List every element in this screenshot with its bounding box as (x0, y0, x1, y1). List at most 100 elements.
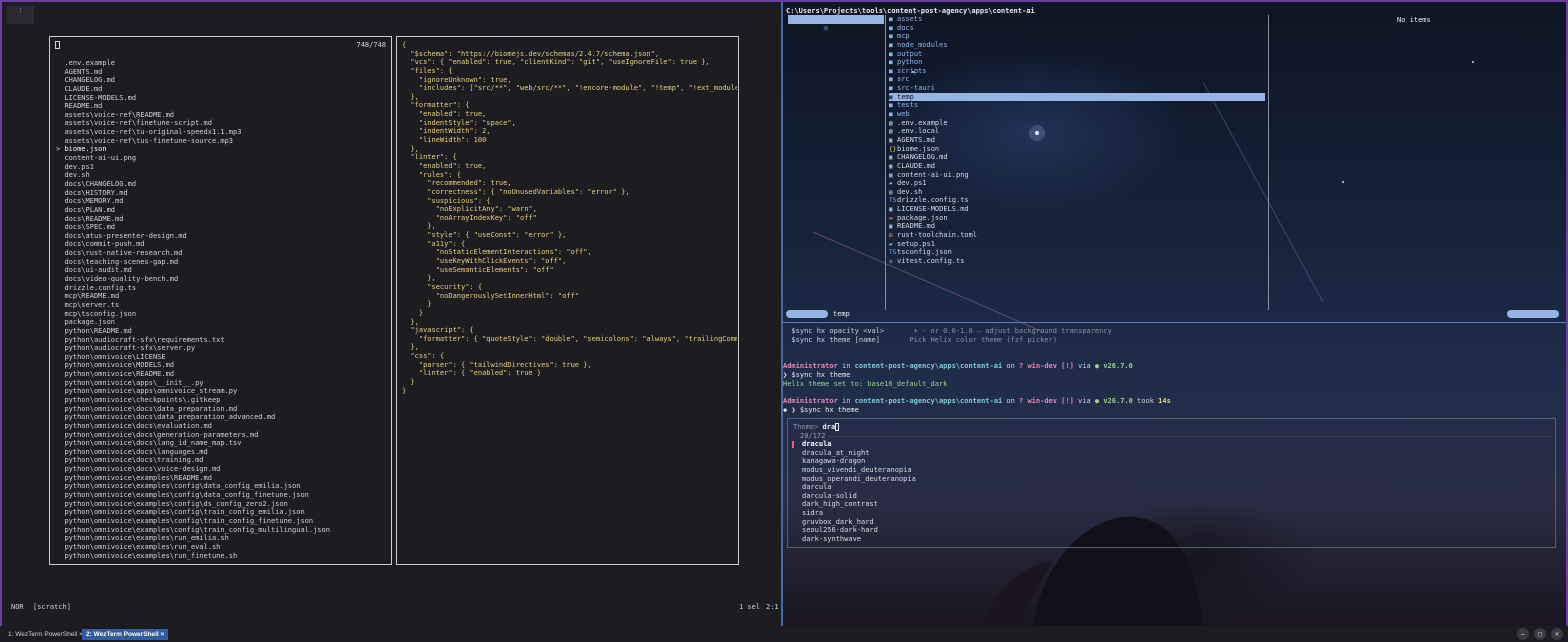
yazi-item[interactable]: ■ temp (889, 92, 1265, 102)
picker-item[interactable]: > biome.json (56, 145, 386, 154)
yazi-item[interactable]: ■ scripts (889, 67, 1267, 76)
picker-item[interactable]: python\omnivoice\apps\__init__.py (56, 379, 386, 388)
fzf-item[interactable]: seoul256-dark-hard (792, 526, 1192, 535)
yazi-item[interactable]: ■ tests (889, 101, 1267, 110)
picker-item[interactable]: package.json (56, 318, 386, 327)
picker-item[interactable]: python\README.md (56, 327, 386, 336)
close-window-icon[interactable]: ✕ (1551, 628, 1563, 640)
yazi-item[interactable]: ▣ LICENSE-MODELS.md (889, 205, 1267, 214)
picker-item[interactable]: docs\README.md (56, 215, 386, 224)
picker-item[interactable]: mcp\server.ts (56, 301, 386, 310)
picker-item[interactable]: python\omnivoice\examples\config\data_co… (56, 482, 386, 491)
yazi-item[interactable]: ■ web (889, 110, 1267, 119)
picker-item[interactable]: docs\video-quality-bench.md (56, 275, 386, 284)
picker-item[interactable]: python\omnivoice\docs\data_preparation.m… (56, 405, 386, 414)
maximize-icon[interactable]: ▢ (1534, 628, 1546, 640)
picker-item[interactable]: assets\voice-ref\tu-original-speedx1.1.m… (56, 128, 386, 137)
picker-item[interactable]: AGENTS.md (56, 68, 386, 77)
fzf-item[interactable]: kanagawa-dragon (792, 457, 1192, 466)
yazi-item[interactable]: ■ mcp (889, 32, 1267, 41)
parent-dir-item[interactable]: ■ content-ai (788, 15, 884, 32)
picker-item[interactable]: docs\atus-presenter-design.md (56, 232, 386, 241)
picker-item[interactable]: docs\teaching-scenes-gap.md (56, 258, 386, 267)
fzf-item[interactable]: modus_vivendi_deuteranopia (792, 466, 1192, 475)
yazi-item[interactable]: ■ docs (889, 24, 1267, 33)
fzf-item[interactable]: dracula_at_night (792, 449, 1192, 458)
picker-item[interactable]: drizzle.config.ts (56, 284, 386, 293)
yazi-item[interactable]: ▣ CLAUDE.md (889, 162, 1267, 171)
picker-item[interactable]: dev.sh (56, 171, 386, 180)
picker-item[interactable]: python\omnivoice\MODELS.md (56, 361, 386, 370)
fzf-item[interactable]: darcula (792, 483, 1192, 492)
yazi-item[interactable]: ▰ dev.ps1 (889, 179, 1267, 188)
yazi-item[interactable]: ▣ AGENTS.md (889, 136, 1267, 145)
minimize-icon[interactable]: – (1517, 628, 1529, 640)
yazi-item[interactable]: TSdrizzle.config.ts (889, 196, 1267, 205)
tab-2[interactable]: 2: WezTerm PowerShell × (82, 629, 169, 640)
fzf-item[interactable]: dracula (792, 440, 1192, 449)
yazi-item[interactable]: TStsconfig.json (889, 248, 1267, 257)
fzf-item[interactable]: modus_operandi_deuteranopia (792, 475, 1192, 484)
picker-item[interactable]: content-ai-ui.png (56, 154, 386, 163)
yazi-item[interactable]: ▣ CHANGELOG.md (889, 153, 1267, 162)
picker-item[interactable]: python\audiocraft-sfx\requirements.txt (56, 336, 386, 345)
picker-item[interactable]: assets\voice-ref\tus-finetune-source.mp3 (56, 137, 386, 146)
yazi-item[interactable]: ■ src-tauri (889, 84, 1267, 93)
picker-item[interactable]: docs\SPEC.md (56, 223, 386, 232)
picker-item[interactable]: docs\rust-native-research.md (56, 249, 386, 258)
picker-item[interactable]: README.md (56, 102, 386, 111)
picker-item[interactable]: mcp\README.md (56, 292, 386, 301)
picker-item[interactable]: docs\CHANGELOG.md (56, 180, 386, 189)
picker-item[interactable]: python\omnivoice\docs\evaluation.md (56, 422, 386, 431)
picker-item[interactable]: python\omnivoice\examples\config\train_c… (56, 508, 386, 517)
picker-item[interactable]: python\omnivoice\docs\training.md (56, 456, 386, 465)
close-icon[interactable]: × (161, 631, 165, 638)
picker-item[interactable]: python\audiocraft-sfx\server.py (56, 344, 386, 353)
picker-item[interactable]: python\omnivoice\docs\lang_id_name_map.t… (56, 439, 386, 448)
picker-item[interactable]: python\omnivoice\examples\config\train_c… (56, 526, 386, 535)
yazi-item[interactable]: ■ node_modules (889, 41, 1267, 50)
picker-item[interactable]: docs\PLAN.md (56, 206, 386, 215)
yazi-item[interactable]: ■ python (889, 58, 1267, 67)
fzf-query-input[interactable]: dra (823, 423, 836, 431)
picker-item[interactable]: python\omnivoice\examples\config\ds_conf… (56, 500, 386, 509)
picker-item[interactable]: python\omnivoice\examples\run_emilia.sh (56, 534, 386, 543)
yazi-item[interactable]: ▤ .env.local (889, 127, 1267, 136)
yazi-item[interactable]: {}biome.json (889, 145, 1267, 154)
picker-search-input[interactable] (55, 41, 60, 49)
picker-item[interactable]: CLAUDE.md (56, 85, 386, 94)
yazi-item[interactable]: ◇ vitest.config.ts (889, 257, 1267, 266)
yazi-item[interactable]: ■ src (889, 75, 1267, 84)
picker-item[interactable]: python\omnivoice\examples\README.md (56, 474, 386, 483)
fzf-item[interactable]: darcula-solid (792, 492, 1192, 501)
picker-item[interactable]: python\omnivoice\examples\run_finetune.s… (56, 552, 386, 561)
picker-item[interactable]: mcp\tsconfig.json (56, 310, 386, 319)
fzf-item[interactable]: dark-synthwave (792, 535, 1192, 544)
picker-item[interactable]: python\omnivoice\docs\languages.md (56, 448, 386, 457)
picker-item[interactable]: assets\voice-ref\README.md (56, 111, 386, 120)
yazi-item[interactable]: ▤ dev.sh (889, 188, 1267, 197)
picker-item[interactable]: python\omnivoice\docs\data_preparation_a… (56, 413, 386, 422)
picker-item[interactable]: python\omnivoice\examples\config\data_co… (56, 491, 386, 500)
picker-item[interactable]: python\omnivoice\checkpoints\.gitkeep (56, 396, 386, 405)
picker-item[interactable]: python\omnivoice\apps\omnivoice_stream.p… (56, 387, 386, 396)
yazi-item[interactable]: ▬ package.json (889, 214, 1267, 223)
picker-item[interactable]: CHANGELOG.md (56, 76, 386, 85)
yazi-item[interactable]: ▣ README.md (889, 222, 1267, 231)
picker-item[interactable]: python\omnivoice\examples\run_eval.sh (56, 543, 386, 552)
yazi-item[interactable]: ⊞ rust-toolchain.toml (889, 231, 1267, 240)
picker-item[interactable]: python\omnivoice\README.md (56, 370, 386, 379)
yazi-item[interactable]: ▰ setup.ps1 (889, 240, 1267, 249)
yazi-item[interactable]: ■ output (889, 50, 1267, 59)
fzf-item[interactable]: dark_high_contrast (792, 500, 1192, 509)
picker-item[interactable]: LICENSE-MODELS.md (56, 94, 386, 103)
fzf-item[interactable]: sidra (792, 509, 1192, 518)
top-indicator[interactable]: : (7, 6, 34, 24)
picker-item[interactable]: .env.example (56, 59, 386, 68)
picker-item[interactable]: assets\voice-ref\finetune-script.md (56, 119, 386, 128)
picker-item[interactable]: python\omnivoice\docs\generation-paramet… (56, 431, 386, 440)
picker-item[interactable]: dev.ps1 (56, 163, 386, 172)
picker-item[interactable]: docs\ui-audit.md (56, 266, 386, 275)
picker-item[interactable]: docs\HISTORY.md (56, 189, 386, 198)
picker-item[interactable]: python\omnivoice\examples\config\train_c… (56, 517, 386, 526)
